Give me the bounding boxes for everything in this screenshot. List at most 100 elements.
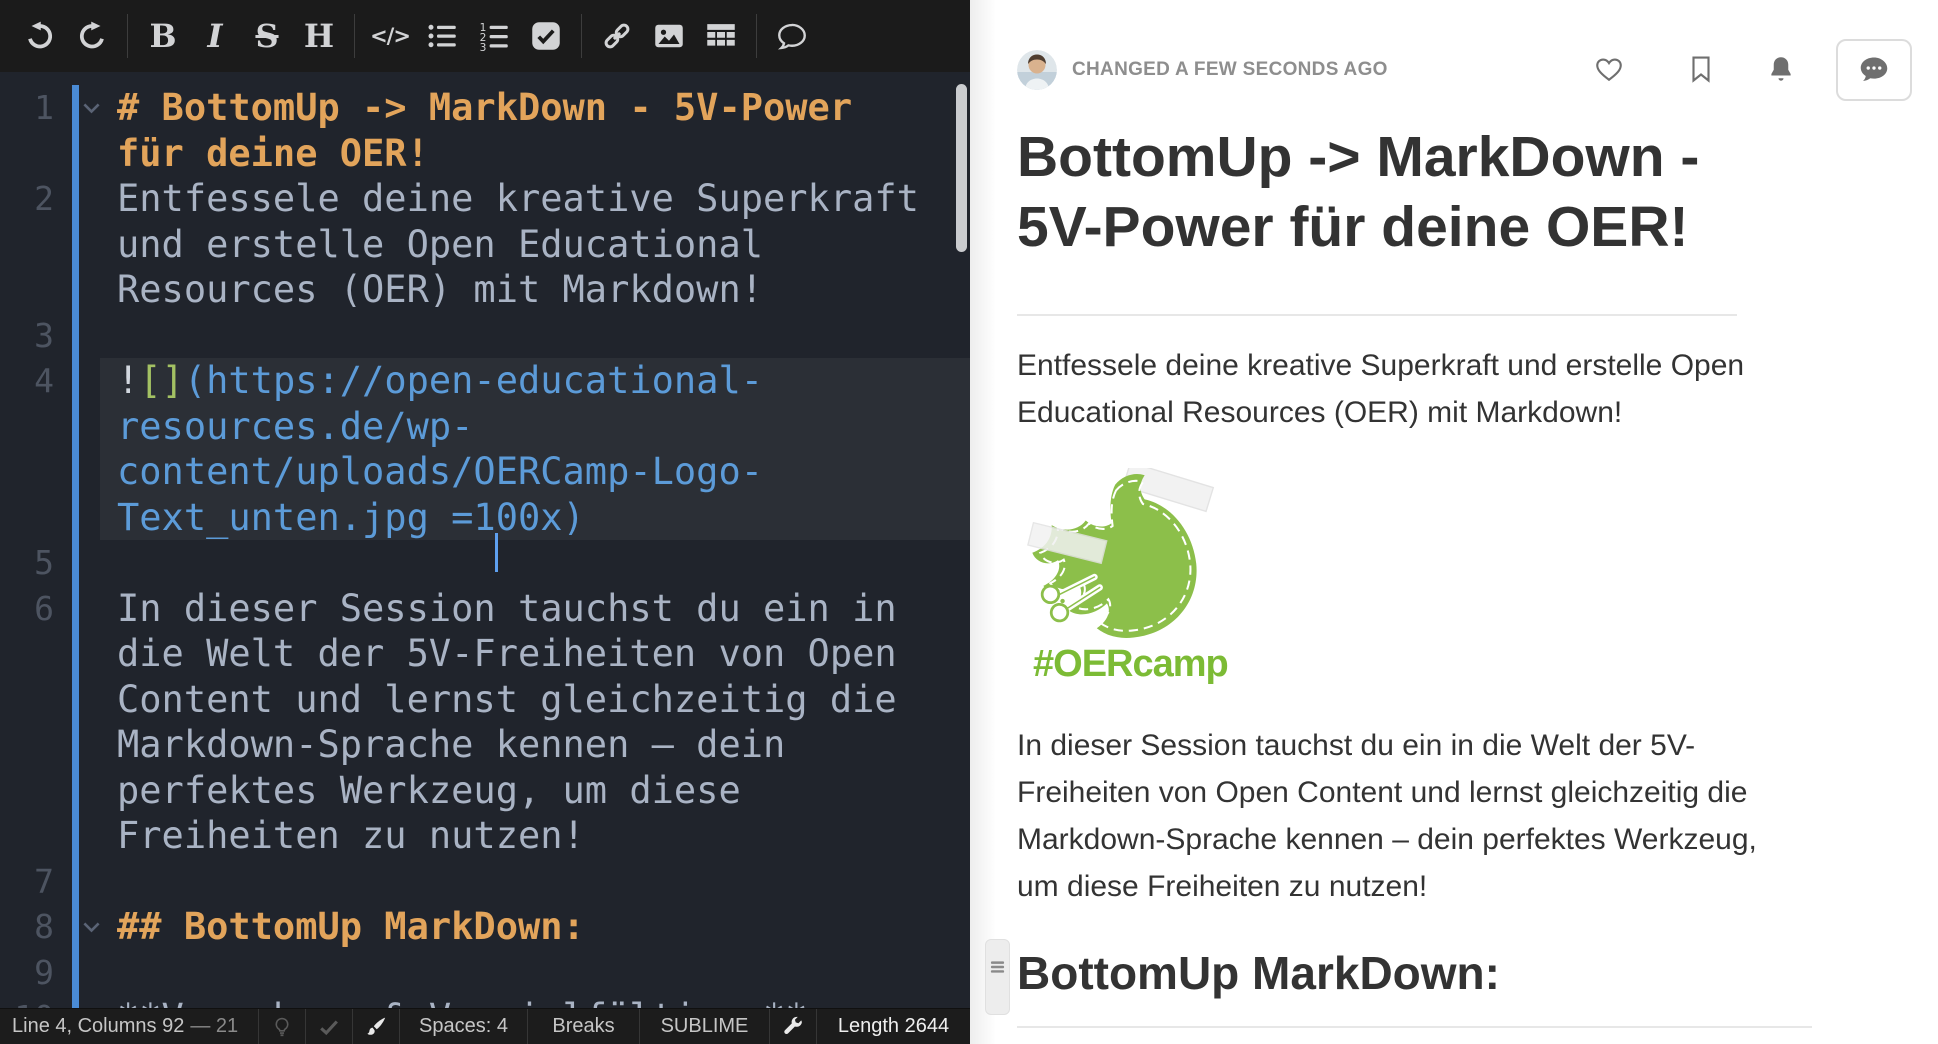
code-row[interactable]: perfektes Werkzeug, um diese [0,768,970,814]
theme-button[interactable] [352,1009,399,1044]
linebreak-setting[interactable]: Breaks [527,1009,639,1044]
bold-button[interactable]: B [140,0,186,72]
editor-scrollbar[interactable] [956,84,967,252]
cursor-position-label: Line 4, Columns 92 [12,1015,184,1038]
table-icon [706,21,736,51]
code-row[interactable]: für deine OER! [0,131,970,177]
editor-statusbar: Line 4, Columns 92 — 21 Spaces: 4 Breaks SUB… [0,1008,970,1044]
code-row[interactable]: 1 # BottomUp -> MarkDown - 5V-Power [0,85,970,131]
undo-button[interactable] [17,0,63,72]
doc-length-label: Length 2644 [838,1015,949,1038]
toolbar-separator [127,14,128,58]
code-row[interactable]: Markdown-Sprache kennen – dein [0,722,970,768]
fold-chevron-icon[interactable] [82,85,101,131]
user-avatar[interactable] [1017,50,1057,90]
heading-button[interactable]: H [296,0,342,72]
italic-icon: I [208,20,223,52]
wrench-icon [782,1016,804,1038]
code-row[interactable]: 10**Verwahren & Vervielfältigen** [0,995,970,1008]
numbered-list-icon: 123 [479,21,509,51]
code-row[interactable]: content/uploads/OERCamp-Logo- [0,449,970,495]
session-paragraph: In dieser Session tauchst du ein in die … [1017,722,1797,910]
code-row[interactable]: 4![](https://open-educational- [0,358,970,404]
code-row[interactable]: 9 [0,950,970,996]
code-text: ## BottomUp MarkDown: [117,904,585,950]
code-row[interactable]: 3 [0,313,970,359]
pane-divider-shadow [970,0,996,1044]
preview-pane: CHANGED A FEW SECONDS AGO BottomUp -> Ma… [970,0,1938,1044]
code-text: **Verwahren & Vervielfältigen** [117,995,808,1008]
markdown-editor-app: BISH </> 123 1 # BottomUp -> MarkDown - 5V-… [0,0,1938,1044]
code-button[interactable]: </> [367,0,413,72]
line-number: 6 [0,586,54,632]
code-row[interactable]: Freiheiten zu nutzen! [0,813,970,859]
code-row[interactable]: 8## BottomUp MarkDown: [0,904,970,950]
line-number: 3 [0,313,54,359]
editor-pane: BISH </> 123 1 # BottomUp -> MarkDown - 5V-… [0,0,970,1044]
like-button[interactable] [1594,54,1624,87]
code-text: Resources (OER) mit Markdown! [117,267,763,313]
svg-text:3: 3 [480,41,487,51]
checklist-button[interactable] [523,0,569,72]
comment-bubble-icon [1859,54,1889,87]
code-icon: </> [370,24,410,48]
image-button[interactable] [646,0,692,72]
code-row[interactable]: Content und lernst gleichzeitig die [0,677,970,723]
code-text: # BottomUp -> MarkDown - 5V-Power [117,85,852,131]
subscribe-button[interactable] [1766,54,1796,87]
bell-icon [1766,54,1796,87]
code-row[interactable]: resources.de/wp- [0,404,970,450]
keymap-setting[interactable]: SUBLIME [639,1009,769,1044]
code-text: für deine OER! [117,131,429,177]
comment-icon [777,21,807,51]
code-row[interactable]: die Welt der 5V-Freiheiten von Open [0,631,970,677]
indent-setting[interactable]: Spaces: 4 [399,1009,527,1044]
toc-toggle-tab[interactable] [985,939,1010,1015]
code-text: und erstelle Open Educational [117,222,763,268]
toolbar-separator [581,14,582,58]
fold-chevron-icon[interactable] [82,904,101,950]
editor-toolbar: BISH </> 123 [0,0,970,72]
bullet-list-icon [427,21,457,51]
doc-length: Length 2644 [816,1009,970,1044]
table-button[interactable] [698,0,744,72]
code-text: perfektes Werkzeug, um diese [117,768,741,814]
comments-button[interactable] [1836,39,1912,101]
code-row[interactable]: Resources (OER) mit Markdown! [0,267,970,313]
code-text: Entfessele deine kreative Superkraft [117,176,919,222]
bullet-list-button[interactable] [419,0,465,72]
line-number: 5 [0,540,54,586]
bookmark-button[interactable] [1686,54,1716,87]
section-heading: BottomUp MarkDown: [1017,946,1812,1028]
code-text: Content und lernst gleichzeitig die [117,677,897,723]
preferences-button[interactable] [769,1009,816,1044]
link-button[interactable] [594,0,640,72]
code-row[interactable]: 7 [0,859,970,905]
code-editor[interactable]: 1 # BottomUp -> MarkDown - 5V-Powerfür de… [0,72,970,1008]
code-row[interactable]: Text_unten.jpg =100x) [0,495,970,541]
code-text: ![](https://open-educational- [117,358,763,404]
spellcheck-toggle[interactable] [305,1009,352,1044]
selection-info: — 21 [190,1015,238,1038]
brush-icon [365,1016,387,1038]
line-number: 1 [0,85,54,131]
comment-button[interactable] [769,0,815,72]
code-row[interactable]: 6 In dieser Session tauchst du ein in [0,586,970,632]
code-row[interactable]: 5 [0,540,970,586]
numbered-list-button[interactable]: 123 [471,0,517,72]
changed-timestamp: CHANGED A FEW SECONDS AGO [1072,59,1388,81]
line-number: 2 [0,176,54,222]
hamburger-icon [990,960,1005,1014]
code-row[interactable]: und erstelle Open Educational [0,222,970,268]
night-mode-toggle[interactable] [258,1009,305,1044]
code-text: In dieser Session tauchst du ein in [117,586,897,632]
italic-button[interactable]: I [192,0,238,72]
heart-icon [1594,54,1624,87]
linebreak-setting-label: Breaks [552,1015,614,1038]
code-text: resources.de/wp- [117,404,473,450]
intro-paragraph: Entfessele deine kreative Superkraft und… [1017,342,1797,436]
redo-button[interactable] [69,0,115,72]
strikethrough-button[interactable]: S [244,0,290,72]
oercamp-logo-image: #OERcamp [1021,468,1812,686]
code-row[interactable]: 2 Entfessele deine kreative Superkraft [0,176,970,222]
